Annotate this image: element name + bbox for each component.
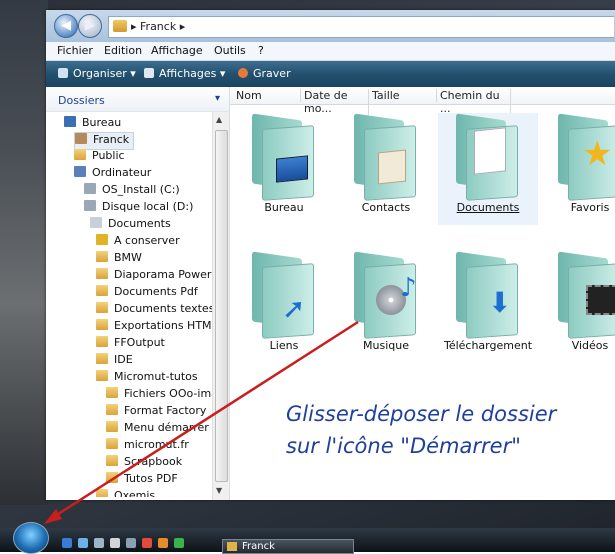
quicklaunch-ie-icon[interactable] [78,538,88,548]
quicklaunch-green-icon[interactable] [174,538,184,548]
taskbar-button-label: Franck [242,541,275,552]
quicklaunch-desktop-icon[interactable] [62,538,72,548]
start-button[interactable] [13,522,49,554]
folder-icon [227,542,237,551]
arrow-head [44,509,62,524]
arrow-line [51,320,359,520]
drag-arrow [44,320,359,524]
quicklaunch-firefox-icon[interactable] [158,538,168,548]
quicklaunch-app-icon[interactable] [142,538,152,548]
quicklaunch-media-icon[interactable] [110,538,120,548]
quicklaunch-tool-icon[interactable] [126,538,136,548]
quicklaunch-explorer-icon[interactable] [94,538,104,548]
